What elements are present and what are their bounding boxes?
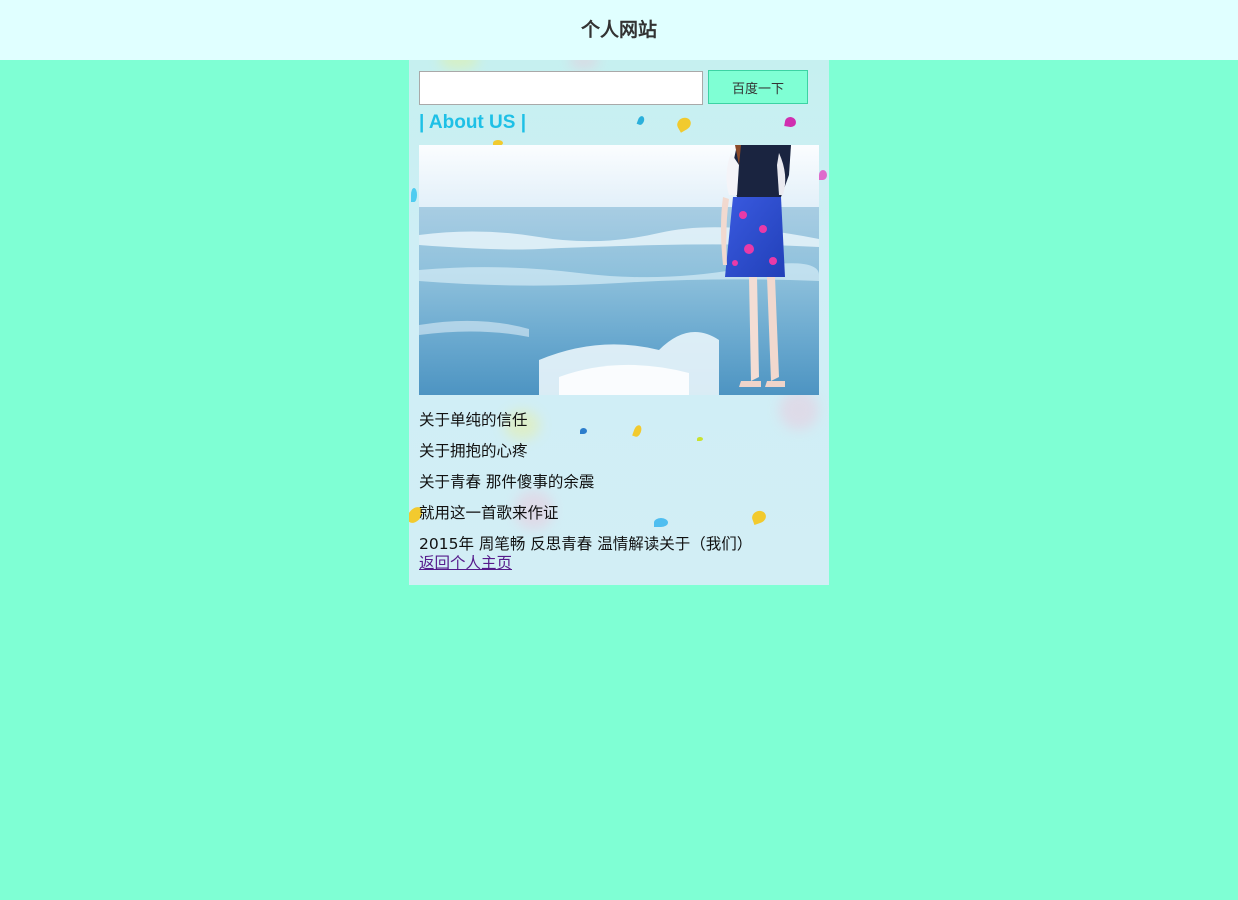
petal-decoration (636, 115, 646, 126)
beach-girl-photo (419, 145, 819, 395)
content-panel: 百度一下 | About US | 关于单纯的信任 关于拥抱的心疼 关于青春 那… (409, 60, 829, 585)
search-input[interactable] (419, 71, 703, 105)
content-text: 关于单纯的信任 关于拥抱的心疼 关于青春 那件傻事的余震 就用这一首歌来作证 2… (419, 408, 819, 573)
content-line: 就用这一首歌来作证 (419, 504, 559, 522)
search-button[interactable]: 百度一下 (708, 70, 808, 104)
back-to-home-link[interactable]: 返回个人主页 (419, 553, 819, 573)
about-heading: | About US | (419, 112, 527, 133)
petal-decoration (674, 115, 694, 133)
petal-decoration (784, 116, 797, 128)
content-line: 关于青春 那件傻事的余震 (419, 473, 595, 491)
petal-decoration (819, 170, 827, 180)
content-line: 关于单纯的信任 (419, 411, 528, 429)
site-header: 个人网站 (0, 0, 1238, 60)
site-title: 个人网站 (580, 19, 657, 41)
content-line: 2015年 周笔畅 反思青春 温情解读关于（我们） (419, 535, 753, 553)
background-blur-decoration (569, 60, 599, 70)
petal-decoration (411, 188, 417, 202)
content-line: 关于拥抱的心疼 (419, 442, 528, 460)
background-blur-decoration (439, 60, 479, 70)
